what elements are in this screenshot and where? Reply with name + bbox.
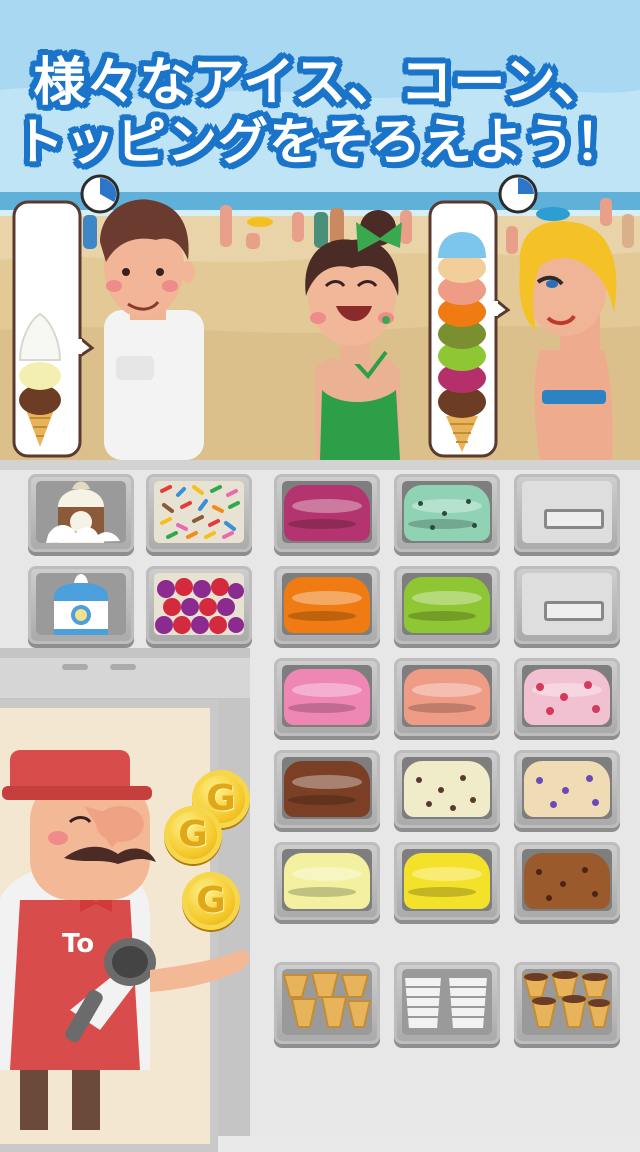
orange-scoop [284,577,370,633]
waffle-cone-icon [282,972,372,1028]
choco-cone-icon [522,971,612,1028]
rocky-road-scoop [524,853,610,909]
flavor-tray-lime[interactable] [394,566,500,644]
flavor-tray-chocolate[interactable] [274,750,380,828]
cookies-cream-scoop [404,761,490,817]
strawberry-scoop [284,669,370,725]
topping-tray-sprinkles[interactable] [146,474,252,552]
timer-icon-left [80,174,120,214]
lemon-scoop [404,853,490,909]
sprinkles-icon [160,485,240,539]
topping-tray-syrup[interactable] [28,566,134,644]
order-bubble-left [12,200,95,458]
apron-text: To [62,929,94,959]
cream-bottle-icon [46,481,120,543]
flavor-tray-orange[interactable] [274,566,380,644]
berries-icon [155,578,244,634]
beach-scene: 様々なアイス、コーン、 トッピングをそろえよう！ [0,0,640,460]
lime-scoop [404,577,490,633]
flavor-tray-grape[interactable] [274,474,380,552]
flavor-tray-blueberry-ripple[interactable] [514,750,620,828]
chocolate-scoop [284,761,370,817]
promo-headline-line-2: トッピングをそろえよう！ [14,113,626,171]
flavor-tray-vanilla[interactable] [274,842,380,920]
flavor-tray-cookies-cream[interactable] [394,750,500,828]
timer-icon-right [498,174,538,214]
topping-tray-cream[interactable] [28,474,134,552]
flavor-tray-empty-2[interactable] [514,566,620,644]
flavor-tray-mint-chip[interactable] [394,474,500,552]
cone-tray-waffle[interactable] [274,962,380,1044]
cone-tray-cups[interactable] [394,962,500,1044]
cup-icon [402,976,490,1030]
wall-shelf [0,658,250,698]
tray-lid-handle[interactable] [544,601,604,621]
tray-lid-handle[interactable] [544,509,604,529]
flavor-tray-rocky-road[interactable] [514,842,620,920]
flavor-tray-empty-1[interactable] [514,474,620,552]
peach-scoop [404,669,490,725]
flavor-tray-strawberry[interactable] [274,658,380,736]
topping-tray-berries[interactable] [146,566,252,644]
order-bubble-right [428,200,511,458]
flavor-tray-lemon[interactable] [394,842,500,920]
grape-scoop [284,485,370,541]
coin-icon[interactable]: G [182,872,240,930]
mint-chip-scoop [404,485,490,541]
coin-icon[interactable]: G [164,806,222,864]
cone-tray-chocolate[interactable] [514,962,620,1044]
flavor-tray-peach[interactable] [394,658,500,736]
syrup-bottle-icon [54,574,108,635]
flavor-tray-strawberry-chunk[interactable] [514,658,620,736]
vanilla-scoop [284,853,370,909]
